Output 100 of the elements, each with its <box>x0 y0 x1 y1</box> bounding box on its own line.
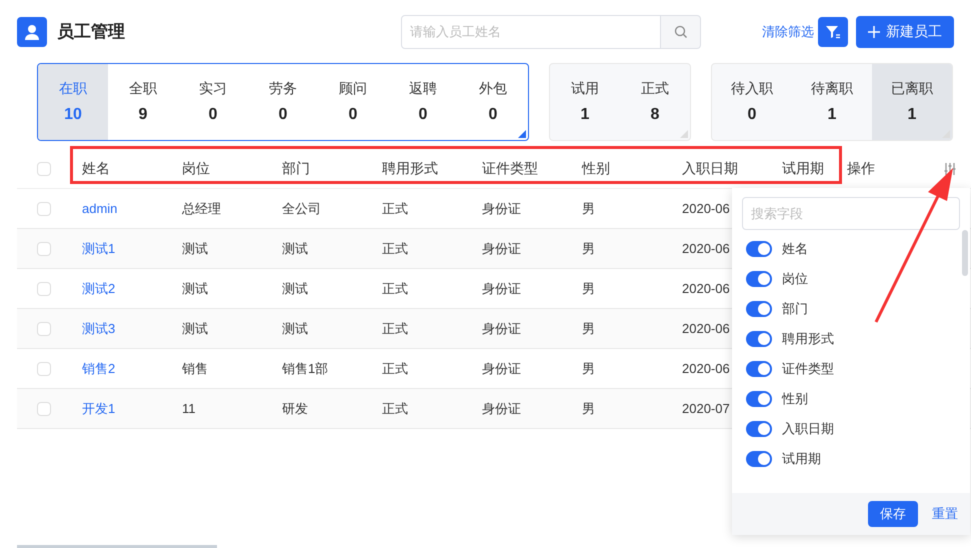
filter-icon <box>825 24 841 40</box>
table-cell: 男 <box>582 240 595 256</box>
toggle-switch[interactable] <box>746 301 772 317</box>
page-title: 员工管理 <box>57 20 125 43</box>
settings-icon[interactable] <box>943 162 957 176</box>
table-cell: 测试 <box>182 320 208 336</box>
stat-tab[interactable]: 待离职 1 <box>792 64 872 140</box>
table-cell: 正式 <box>382 200 408 216</box>
field-label: 试用期 <box>782 450 821 468</box>
stat-tab[interactable]: 实习 0 <box>178 64 248 140</box>
search-icon <box>674 24 688 38</box>
table-cell: 身份证 <box>482 240 521 256</box>
table-cell: 测试 <box>182 280 208 296</box>
table-cell: 2020-06 <box>682 360 730 376</box>
column-header: 操作 <box>847 159 875 178</box>
toggle-switch[interactable] <box>746 421 772 437</box>
checkbox[interactable] <box>36 402 50 416</box>
table-cell: 男 <box>582 400 595 416</box>
column-header: 证件类型 <box>482 160 538 176</box>
column-header: 试用期 <box>782 160 824 176</box>
table-cell: 正式 <box>382 400 408 416</box>
stat-tab[interactable]: 全职 9 <box>108 64 178 140</box>
checkbox[interactable] <box>36 362 50 376</box>
employee-name-link[interactable]: 测试3 <box>82 320 116 336</box>
table-cell: 销售1部 <box>282 360 328 376</box>
column-header: 入职日期 <box>682 160 738 176</box>
employee-name-link[interactable]: 测试1 <box>82 240 116 256</box>
new-employee-button[interactable]: 新建员工 <box>856 16 954 48</box>
corner-icon <box>518 130 526 138</box>
table-cell: 正式 <box>382 240 408 256</box>
reset-link[interactable]: 重置 <box>932 504 958 524</box>
stat-tab[interactable]: 正式 8 <box>620 64 690 140</box>
field-label: 姓名 <box>782 240 808 258</box>
table-cell: 11 <box>182 400 196 416</box>
field-label: 部门 <box>782 300 808 318</box>
checkbox[interactable] <box>36 242 50 256</box>
employee-name-link[interactable]: 销售2 <box>82 360 116 376</box>
stat-tab[interactable]: 待入职 0 <box>712 64 792 140</box>
scrollbar[interactable] <box>962 230 968 276</box>
column-header: 性别 <box>582 160 610 176</box>
clear-filter-link[interactable]: 清除筛选 <box>762 22 814 42</box>
field-label: 聘用形式 <box>782 330 834 348</box>
table-cell: 身份证 <box>482 320 521 336</box>
table-cell: 总经理 <box>182 200 221 216</box>
column-header: 岗位 <box>182 160 210 176</box>
table-cell: 身份证 <box>482 280 521 296</box>
stat-tab[interactable]: 已离职 1 <box>872 64 952 140</box>
stat-tab[interactable]: 外包 0 <box>458 64 528 140</box>
table-cell: 正式 <box>382 360 408 376</box>
checkbox[interactable] <box>36 162 50 176</box>
table-cell: 全公司 <box>282 200 321 216</box>
filter-button[interactable] <box>818 16 848 46</box>
column-header: 聘用形式 <box>382 160 438 176</box>
table-cell: 测试 <box>282 280 308 296</box>
table-cell: 身份证 <box>482 360 521 376</box>
user-icon <box>17 16 47 46</box>
checkbox[interactable] <box>36 322 50 336</box>
table-cell: 身份证 <box>482 400 521 416</box>
search-button[interactable] <box>661 14 701 48</box>
checkbox[interactable] <box>36 282 50 296</box>
table-cell: 测试 <box>282 240 308 256</box>
table-cell: 测试 <box>282 320 308 336</box>
table-cell: 正式 <box>382 280 408 296</box>
table-cell: 正式 <box>382 320 408 336</box>
table-cell: 男 <box>582 200 595 216</box>
table-cell: 2020-07 <box>682 400 730 416</box>
stat-tab[interactable]: 顾问 0 <box>318 64 388 140</box>
field-search-input[interactable]: 搜索字段 <box>742 197 960 230</box>
stat-tab[interactable]: 返聘 0 <box>388 64 458 140</box>
toggle-switch[interactable] <box>746 451 772 467</box>
stat-tab[interactable]: 在职 10 <box>38 64 108 140</box>
scrollbar[interactable] <box>17 545 217 548</box>
field-label: 证件类型 <box>782 360 834 378</box>
toggle-switch[interactable] <box>746 391 772 407</box>
search-field[interactable]: 请输入员工姓名 <box>401 14 661 48</box>
toggle-switch[interactable] <box>746 331 772 347</box>
table-cell: 男 <box>582 360 595 376</box>
toggle-switch[interactable] <box>746 271 772 287</box>
plus-icon <box>868 26 880 38</box>
toggle-switch[interactable] <box>746 361 772 377</box>
table-cell: 男 <box>582 280 595 296</box>
save-button[interactable]: 保存 <box>868 501 918 527</box>
employee-name-link[interactable]: 测试2 <box>82 280 116 296</box>
stat-tab[interactable]: 试用 1 <box>550 64 620 140</box>
table-cell: 销售 <box>182 360 208 376</box>
employee-name-link[interactable]: admin <box>82 200 118 216</box>
field-label: 入职日期 <box>782 420 834 438</box>
field-label: 岗位 <box>782 270 808 288</box>
table-cell: 2020-06 <box>682 240 730 256</box>
column-header: 姓名 <box>82 160 110 176</box>
employee-name-link[interactable]: 开发1 <box>82 400 116 416</box>
toggle-switch[interactable] <box>746 241 772 257</box>
table-cell: 身份证 <box>482 200 521 216</box>
table-cell: 2020-06 <box>682 200 730 216</box>
table-cell: 测试 <box>182 240 208 256</box>
checkbox[interactable] <box>36 202 50 216</box>
table-cell: 研发 <box>282 400 308 416</box>
stat-tab[interactable]: 劳务 0 <box>248 64 318 140</box>
table-cell: 2020-06 <box>682 280 730 296</box>
table-cell: 2020-06 <box>682 320 730 336</box>
